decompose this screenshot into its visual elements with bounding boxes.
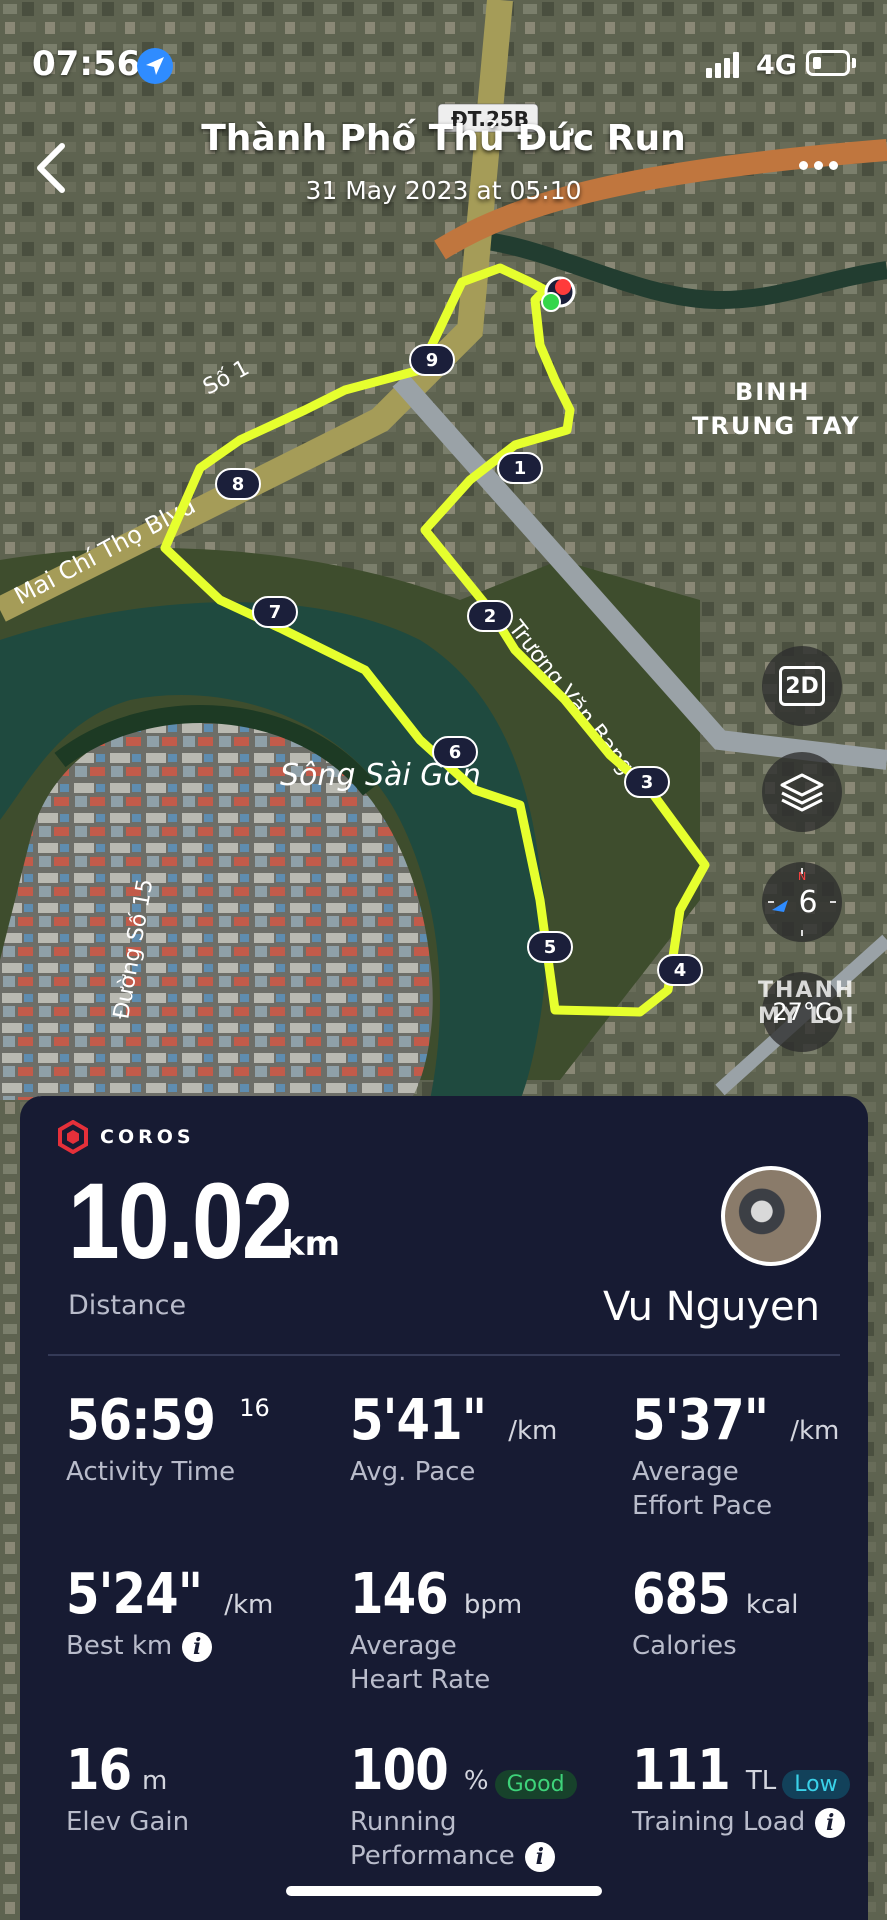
- elev-gain-value: 16: [66, 1738, 132, 1803]
- coros-logo-icon: [58, 1120, 88, 1154]
- stat-calories: 685 kcal Calories: [632, 1562, 798, 1663]
- layers-icon: [780, 773, 824, 812]
- calories-value: 685: [632, 1562, 731, 1627]
- stat-best-km: 5'24" /km Best km i: [66, 1562, 273, 1663]
- divider: [48, 1354, 840, 1356]
- distance-label: Distance: [68, 1290, 187, 1321]
- running-perf-badge: Good: [494, 1770, 577, 1799]
- avg-pace-label: Avg. Pace: [350, 1457, 476, 1487]
- elev-gain-label: Elev Gain: [66, 1807, 190, 1837]
- user-name: Vu Nguyen: [602, 1284, 820, 1330]
- stat-running-performance: 100% Good Running Performance i: [350, 1738, 577, 1873]
- best-km-label: Best km: [66, 1631, 173, 1661]
- layers-button[interactable]: [762, 752, 842, 832]
- best-km-value: 5'24": [66, 1562, 203, 1627]
- calories-unit: kcal: [745, 1590, 799, 1620]
- battery-icon: [806, 50, 850, 76]
- running-perf-label-1: Running: [350, 1807, 457, 1837]
- km-marker-label: 9: [426, 350, 439, 371]
- effort-pace-label-2: Effort Pace: [632, 1491, 773, 1521]
- km-marker-label: 3: [641, 772, 654, 793]
- location-arrow-icon: [137, 48, 173, 84]
- view-mode-toggle[interactable]: 2D: [762, 646, 842, 726]
- running-perf-value: 100: [350, 1738, 449, 1803]
- activity-summary-card: COROS 10.02 km Distance Vu Nguyen 56:59 1…: [20, 1096, 868, 1920]
- avg-pace-unit: /km: [508, 1416, 558, 1446]
- training-load-label: Training Load: [632, 1807, 806, 1837]
- best-km-unit: /km: [224, 1590, 274, 1620]
- heart-rate-label-1: Average: [350, 1631, 457, 1661]
- heart-rate-unit: bpm: [463, 1590, 523, 1620]
- brand-logo: COROS: [56, 1120, 195, 1154]
- distance-unit: km: [282, 1224, 341, 1264]
- km-marker-label: 4: [674, 960, 687, 981]
- info-icon[interactable]: i: [815, 1807, 846, 1838]
- stat-avg-pace: 5'41" /km Avg. Pace: [350, 1388, 557, 1489]
- running-perf-label-2: Performance: [350, 1841, 515, 1871]
- svg-text:N: N: [798, 870, 806, 883]
- district-label-2: TRUNG TAY: [692, 412, 861, 440]
- compass-value: 6: [798, 884, 818, 920]
- signal-icon: [706, 52, 739, 78]
- effort-pace-unit: /km: [790, 1416, 840, 1446]
- compass-button[interactable]: N 6: [762, 862, 842, 942]
- view-mode-label: 2D: [779, 666, 825, 706]
- brand-name: COROS: [100, 1126, 195, 1148]
- district-label-1: BINH: [735, 378, 810, 406]
- heart-rate-label-2: Heart Rate: [350, 1665, 491, 1695]
- km-marker-label: 7: [269, 602, 282, 623]
- running-perf-unit: %: [463, 1766, 489, 1796]
- stat-activity-time: 56:59 16 Activity Time: [66, 1388, 270, 1489]
- activity-time-value: 56:59: [66, 1388, 216, 1453]
- activity-title: Thành Phố Thủ Đức Run: [201, 118, 686, 159]
- heart-rate-value: 146: [350, 1562, 449, 1627]
- avatar[interactable]: [721, 1166, 821, 1266]
- avg-pace-value: 5'41": [350, 1388, 487, 1453]
- training-load-value: 111: [632, 1738, 731, 1803]
- activity-time-label: Activity Time: [66, 1457, 236, 1487]
- info-icon[interactable]: i: [182, 1631, 213, 1662]
- home-indicator[interactable]: [286, 1886, 602, 1896]
- calories-label: Calories: [632, 1631, 737, 1661]
- distance-value: 10.02: [68, 1160, 294, 1281]
- route-start-marker: [541, 292, 561, 312]
- more-options-icon[interactable]: [796, 155, 846, 185]
- status-time: 07:56: [32, 44, 141, 84]
- training-load-unit: TL: [745, 1766, 777, 1796]
- activity-time-fraction: 16: [239, 1394, 270, 1422]
- stat-training-load: 111 TL Low Training Load i: [632, 1738, 850, 1839]
- map-label-thanh-my-loi: THANH MY LOI: [758, 978, 856, 1029]
- effort-pace-label-1: Average: [632, 1457, 739, 1487]
- elev-gain-unit: m: [141, 1766, 168, 1796]
- network-type: 4G: [756, 50, 797, 81]
- km-marker-label: 1: [514, 458, 527, 479]
- km-marker-label: 2: [484, 606, 497, 627]
- km-marker-label: 8: [232, 474, 245, 495]
- km-marker-label: 5: [544, 937, 557, 958]
- stat-effort-pace: 5'37" /km Average Effort Pace: [632, 1388, 839, 1523]
- stat-heart-rate: 146 bpm Average Heart Rate: [350, 1562, 522, 1697]
- km-marker-label: 6: [449, 742, 462, 763]
- activity-date: 31 May 2023 at 05:10: [305, 176, 582, 205]
- info-icon[interactable]: i: [524, 1841, 555, 1872]
- stat-elev-gain: 16 m Elev Gain: [66, 1738, 189, 1839]
- training-load-badge: Low: [782, 1770, 850, 1799]
- status-bar: 07:56 4G: [0, 0, 887, 120]
- effort-pace-value: 5'37": [632, 1388, 769, 1453]
